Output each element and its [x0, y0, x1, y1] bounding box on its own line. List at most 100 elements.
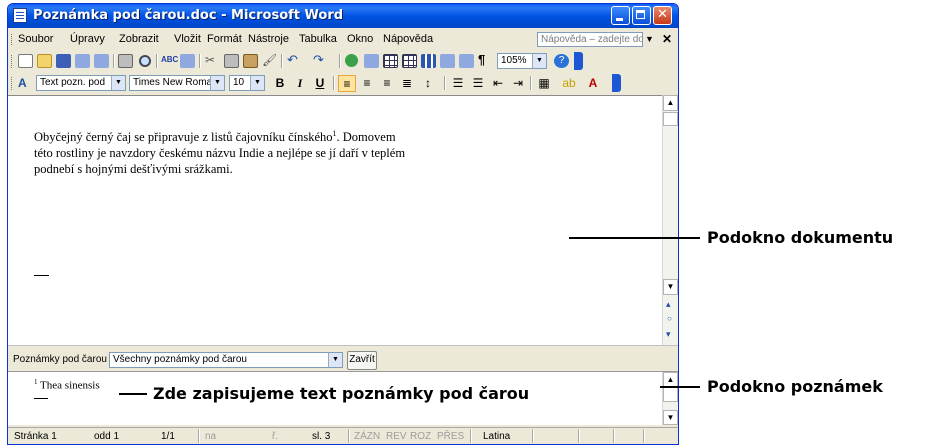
style-select[interactable]: Text pozn. pod ▼ [36, 75, 126, 91]
chevron-down-icon[interactable]: ▼ [250, 76, 264, 90]
insert-table-icon[interactable] [383, 54, 398, 68]
status-separator [578, 429, 580, 443]
close-window-button[interactable] [653, 6, 672, 25]
cut-icon[interactable]: ✂ [205, 53, 220, 67]
redo-icon[interactable]: ↷ [313, 52, 328, 67]
status-trk[interactable]: REV [386, 431, 407, 442]
bullets-icon[interactable]: ☰ [469, 75, 487, 92]
align-center-icon[interactable]: ≡ [358, 75, 376, 92]
document-pane[interactable]: Obyčejný černý čaj se připravuje z listů… [8, 95, 662, 346]
toolbar-grip[interactable] [11, 77, 14, 90]
columns-icon[interactable] [421, 54, 436, 68]
font-size-select[interactable]: 10 ▼ [229, 75, 265, 91]
align-right-icon[interactable]: ≡ [378, 75, 396, 92]
zoom-select[interactable]: 105% ▼ [497, 53, 547, 69]
scroll-up-icon[interactable]: ▲ [663, 95, 678, 111]
next-page-icon[interactable]: ▾ [666, 329, 671, 340]
toolbar-separator [333, 76, 335, 90]
document-scrollbar[interactable]: ▲ ▼ ▴ ○ ▾ [662, 95, 678, 345]
spelling-icon[interactable]: ABC [161, 55, 178, 69]
previous-page-icon[interactable]: ▴ [666, 299, 671, 310]
line-spacing-icon[interactable]: ↕ [419, 75, 437, 92]
hyperlink-icon[interactable] [345, 54, 358, 67]
status-ovr[interactable]: PŘES [437, 431, 464, 442]
menu-soubor[interactable]: Soubor [18, 33, 53, 45]
status-column: sl. 3 [312, 431, 331, 442]
chevron-down-icon[interactable]: ▼ [111, 76, 125, 90]
bold-button[interactable]: B [271, 75, 289, 92]
insert-excel-icon[interactable] [402, 54, 417, 68]
document-map-icon[interactable] [459, 54, 474, 68]
title-bar[interactable]: Poznámka pod čarou.doc - Microsoft Word [8, 4, 678, 28]
footnote-type-select[interactable]: Všechny poznámky pod čarou ▼ [109, 352, 343, 368]
menu-okno[interactable]: Okno [347, 33, 373, 45]
paste-icon[interactable] [243, 54, 258, 68]
help-icon[interactable]: ? [554, 54, 569, 68]
highlight-icon[interactable]: ab [560, 75, 578, 92]
help-dropdown-arrow-icon[interactable]: ▼ [645, 34, 654, 44]
research-icon[interactable] [180, 54, 195, 68]
save-icon[interactable] [56, 54, 71, 68]
chevron-down-icon[interactable]: ▼ [532, 54, 546, 68]
status-ext[interactable]: ROZ [410, 431, 431, 442]
justify-icon[interactable]: ≣ [398, 75, 416, 92]
scroll-up-icon[interactable]: ▲ [663, 372, 678, 387]
open-folder-icon[interactable] [37, 54, 52, 68]
format-painter-icon[interactable]: 🖌 [262, 53, 277, 67]
italic-button[interactable]: I [291, 75, 309, 92]
document-text[interactable]: Obyčejný černý čaj se připravuje z listů… [34, 126, 504, 177]
chevron-down-icon[interactable]: ▼ [210, 76, 224, 90]
toolbar-options-icon[interactable] [574, 52, 583, 70]
help-search-input[interactable]: Nápověda – zadejte dotaz [537, 32, 643, 47]
maximize-button[interactable] [632, 6, 651, 25]
select-browse-object-icon[interactable]: ○ [667, 314, 672, 323]
menu-zobrazit[interactable]: Zobrazit [119, 33, 159, 45]
menubar-grip[interactable] [11, 34, 14, 45]
new-document-icon[interactable] [18, 54, 33, 68]
font-value: Times New Roman [133, 77, 218, 88]
scroll-down-icon[interactable]: ▼ [663, 410, 678, 425]
document-line-1-start: Obyčejný černý čaj se připravuje z listů… [34, 130, 333, 145]
show-formatting-icon[interactable]: ¶ [478, 52, 493, 67]
email-icon[interactable] [94, 54, 109, 68]
font-color-icon[interactable]: A [584, 75, 602, 92]
toolbar-options-icon[interactable] [612, 74, 621, 92]
menu-tabulka[interactable]: Tabulka [299, 33, 337, 45]
print-icon[interactable] [118, 54, 133, 68]
decrease-indent-icon[interactable]: ⇤ [489, 75, 507, 92]
minimize-button[interactable] [611, 6, 630, 25]
undo-icon[interactable]: ↶ [287, 52, 302, 67]
close-document-icon[interactable]: ✕ [662, 32, 672, 46]
align-left-icon[interactable]: ≡ [338, 75, 356, 92]
menu-napoveda[interactable]: Nápověda [383, 33, 433, 45]
toolbar-separator [156, 54, 158, 68]
tables-borders-icon[interactable] [364, 54, 379, 68]
permission-icon[interactable] [75, 54, 90, 68]
footnote-bar-label: Poznámky pod čarou [13, 354, 107, 365]
drawing-icon[interactable] [440, 54, 455, 68]
status-bar: Stránka 1 odd 1 1/1 na ř. sl. 3 ZÁZN REV… [8, 427, 678, 444]
menu-vlozit[interactable]: Vložit [174, 33, 201, 45]
menu-format[interactable]: Formát [207, 33, 242, 45]
numbering-icon[interactable]: ☰ [449, 75, 467, 92]
scroll-down-icon[interactable]: ▼ [663, 279, 678, 295]
increase-indent-icon[interactable]: ⇥ [509, 75, 527, 92]
menu-upravy[interactable]: Úpravy [70, 33, 105, 45]
status-language[interactable]: Latina [483, 431, 510, 442]
styles-pane-icon[interactable]: A [18, 76, 33, 90]
callout-line-footnote-pane [660, 386, 700, 388]
toolbar-grip[interactable] [11, 55, 14, 68]
menu-nastroje[interactable]: Nástroje [248, 33, 289, 45]
borders-icon[interactable]: ▦ [535, 75, 553, 92]
print-preview-icon[interactable] [139, 55, 151, 67]
status-rec[interactable]: ZÁZN [354, 431, 380, 442]
scroll-thumb[interactable] [663, 112, 678, 126]
close-footnote-pane-button[interactable]: Zavřít [347, 351, 377, 370]
chevron-down-icon[interactable]: ▼ [328, 353, 342, 367]
footnote-scrollbar[interactable]: ▲ ▼ [662, 372, 678, 425]
copy-icon[interactable] [224, 54, 239, 68]
underline-button[interactable]: U [311, 75, 329, 92]
footnote-text[interactable]: 1 Thea sinensis [34, 378, 100, 392]
scroll-thumb[interactable] [663, 387, 678, 402]
font-select[interactable]: Times New Roman ▼ [129, 75, 225, 91]
